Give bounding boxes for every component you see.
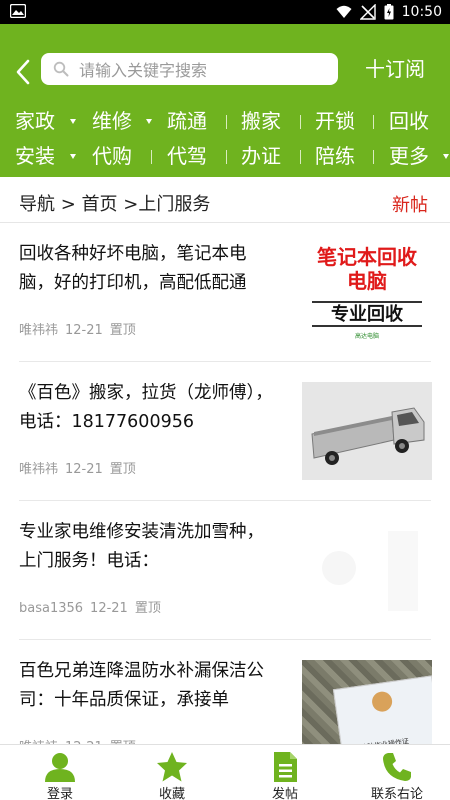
category-item[interactable]: 开锁 [315,104,355,138]
post-thumbnail [302,382,432,480]
subscribe-button[interactable]: 十订阅 [365,54,425,84]
pinned-tag: 置顶 [109,323,136,338]
separator [300,150,301,164]
post-title: 回收各种好坏电脑，笔记本电脑，好的打印机，高配低配通 [19,244,247,293]
faint-image [388,531,418,611]
category-item[interactable]: 搬家 [241,104,281,138]
category-item[interactable]: 疏通 [167,104,207,138]
tab-label: 联系右论 [370,787,423,800]
category-item[interactable]: 安装 [15,139,55,173]
search-icon [53,61,69,77]
breadcrumb[interactable]: 导航 > 首页 >上门服务 [19,190,210,216]
tab-label: 发帖 [271,787,298,800]
category-row-2: 安装 代购 代驾 办证 陪练 更多 [0,139,450,173]
pinned-tag: 置顶 [134,601,161,616]
thumbnail-text: 笔记本回收 [317,245,417,269]
category-item[interactable]: 更多 [389,139,429,173]
separator [151,150,152,164]
no-signal-icon [359,4,376,20]
category-row-1: 家政 维修 疏通 搬家 开锁 回收 [0,104,450,138]
dropdown-caret-icon [443,154,449,159]
header: 请输入关键字搜索 十订阅 家政 维修 疏通 搬家 开锁 回收 安装 代购 代驾 … [0,24,450,177]
thumbnail-text: 电脑 [347,269,387,293]
thumbnail-text: 专业回收 [312,301,422,327]
pinned-tag: 置顶 [109,462,136,477]
separator [226,150,227,164]
thumbnail-logo: 高达电脑 [354,333,379,340]
tab-label: 收藏 [158,787,185,800]
bottom-tab-bar: 登录 收藏 发帖 联系右论 [0,744,450,800]
post-meta: basa1356 12-21 置顶 [19,597,168,616]
separator [226,115,227,129]
category-item[interactable]: 陪练 [315,139,355,173]
category-item[interactable]: 办证 [241,139,281,173]
tab-login[interactable]: 登录 [4,745,116,800]
post-author: 唯祎祎 [19,462,59,477]
new-post-link[interactable]: 新帖 [392,191,428,217]
category-item[interactable]: 代驾 [167,139,207,173]
category-item[interactable]: 家政 [15,104,55,138]
post-thumbnail [302,521,432,619]
faint-image [322,551,356,585]
list-item[interactable]: 专业家电维修安装清洗加雪种，上门服务！电话： basa1356 12-21 置顶 [0,501,450,640]
battery-charging-icon [384,4,394,20]
user-icon [45,753,75,782]
search-placeholder: 请输入关键字搜索 [79,61,208,80]
post-thumbnail: 笔记本回收 电脑 专业回收 高达电脑 [302,243,432,341]
post-meta: 唯祎祎 12-21 置顶 [19,458,143,477]
post-date: 12-21 [65,323,103,338]
post-author: basa1356 [19,601,84,616]
post-meta: 唯祎祎 12-21 置顶 [19,319,143,338]
post-date: 12-21 [90,601,128,616]
post-date: 12-21 [65,462,103,477]
post-title: 百色兄弟连降温防水补漏保洁公司：十年品质保证，承接单 [19,661,264,710]
status-bar: 10:50 [0,0,450,24]
dropdown-caret-icon [146,119,152,124]
tab-label: 登录 [46,787,73,800]
dropdown-caret-icon [70,154,76,159]
category-item[interactable]: 回收 [389,104,429,138]
separator [373,115,374,129]
document-icon [274,752,297,782]
star-icon [157,752,187,782]
tab-post[interactable]: 发帖 [229,745,341,800]
post-author: 唯祎祎 [19,323,59,338]
search-input[interactable]: 请输入关键字搜索 [41,53,338,85]
tab-favorites[interactable]: 收藏 [116,745,228,800]
post-title: 专业家电维修安装清洗加雪种，上门服务！电话： [19,522,264,571]
tab-contact[interactable]: 联系右论 [341,745,450,800]
truck-image [302,382,432,480]
category-item[interactable]: 维修 [92,104,132,138]
status-time: 10:50 [401,4,442,20]
back-arrow-icon[interactable] [12,58,36,86]
category-item[interactable]: 代购 [92,139,132,173]
separator [300,115,301,129]
separator [373,150,374,164]
breadcrumb-bar: 导航 > 首页 >上门服务 新帖 [0,177,450,223]
dropdown-caret-icon [70,119,76,124]
emblem-icon [370,690,394,713]
list-item[interactable]: 回收各种好坏电脑，笔记本电脑，好的打印机，高配低配通 唯祎祎 12-21 置顶 笔记… [0,223,450,362]
image-icon [10,4,26,18]
wifi-icon [336,5,352,18]
post-title: 《百色》搬家，拉货（龙师傅），电话：18177600956 [19,383,273,432]
phone-icon [383,753,411,781]
list-item[interactable]: 《百色》搬家，拉货（龙师傅），电话：18177600956 唯祎祎 12-21 置顶 [0,362,450,501]
